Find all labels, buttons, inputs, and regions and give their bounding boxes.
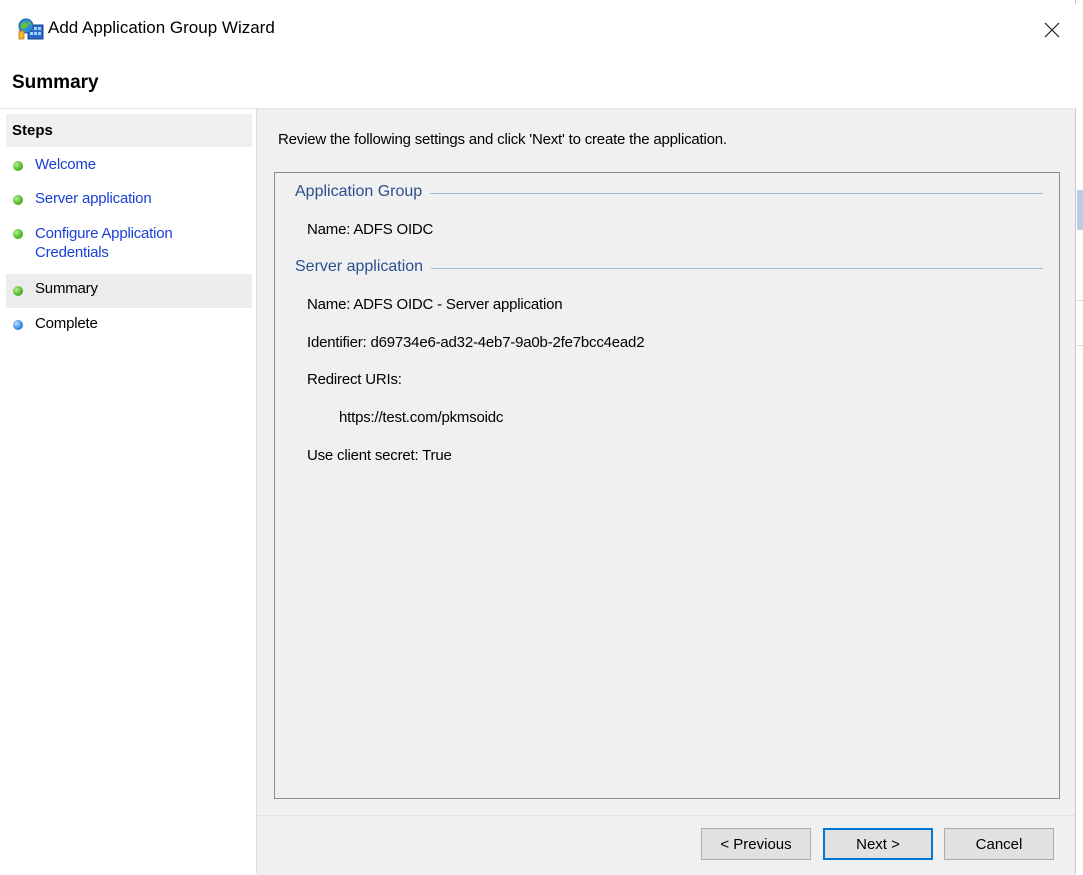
server-application-identifier: Identifier: d69734e6-ad32-4eb7-9a0b-2fe7…: [307, 334, 645, 351]
cancel-button[interactable]: Cancel: [944, 828, 1054, 860]
title-bar[interactable]: Add Application Group Wizard: [0, 4, 1076, 52]
page-title: Summary: [12, 72, 99, 93]
application-group-name: Name: ADFS OIDC: [307, 221, 434, 238]
section-title-application-group: Application Group: [295, 183, 431, 201]
section-divider: [425, 193, 1043, 194]
client-secret-setting: Use client secret: True: [307, 447, 452, 464]
section-title-server-application: Server application: [295, 258, 432, 276]
step-complete-icon: [13, 195, 23, 205]
previous-button[interactable]: < Previous: [701, 828, 811, 860]
step-label: Summary: [35, 280, 98, 297]
step-server-application[interactable]: Server application: [6, 183, 252, 215]
step-complete-icon: [13, 161, 23, 171]
instruction-text: Review the following settings and click …: [278, 131, 727, 148]
steps-header-label: Steps: [12, 122, 53, 139]
background-window-line: [1077, 300, 1083, 301]
server-application-name: Name: ADFS OIDC - Server application: [307, 296, 563, 313]
step-label: Configure Application Credentials: [35, 225, 173, 261]
step-welcome[interactable]: Welcome: [6, 149, 252, 181]
step-configure-application-credentials[interactable]: Configure Application Credentials: [6, 217, 252, 265]
step-label: Complete: [35, 315, 98, 332]
next-button[interactable]: Next >: [823, 828, 933, 860]
redirect-uri-value: https://test.com/pkmsoidc: [339, 409, 504, 426]
close-button[interactable]: [1030, 12, 1074, 48]
window-title: Add Application Group Wizard: [48, 18, 275, 37]
section-divider: [425, 268, 1043, 269]
main-content: Review the following settings and click …: [257, 109, 1075, 874]
button-bar: < Previous Next > Cancel: [257, 815, 1075, 875]
redirect-uris-label: Redirect URIs:: [307, 371, 402, 388]
step-summary: Summary: [6, 274, 252, 308]
step-label: Welcome: [35, 156, 96, 173]
step-complete-icon: [13, 229, 23, 239]
background-window-selection: [1077, 190, 1083, 230]
adfs-app-icon: [18, 18, 44, 40]
step-pending-icon: [13, 320, 23, 330]
steps-pane: Steps Welcome Server application Configu…: [0, 109, 257, 874]
summary-box[interactable]: Application Group Name: ADFS OIDC Server…: [274, 172, 1060, 799]
close-icon: [1044, 22, 1060, 38]
page-header: Summary: [0, 52, 1076, 109]
step-complete-icon: [13, 286, 23, 296]
steps-header: Steps: [6, 114, 252, 147]
step-complete: Complete: [6, 309, 252, 341]
step-label: Server application: [35, 190, 152, 207]
background-window-line: [1077, 345, 1083, 346]
wizard-window: Add Application Group Wizard Summary Ste…: [0, 0, 1076, 875]
